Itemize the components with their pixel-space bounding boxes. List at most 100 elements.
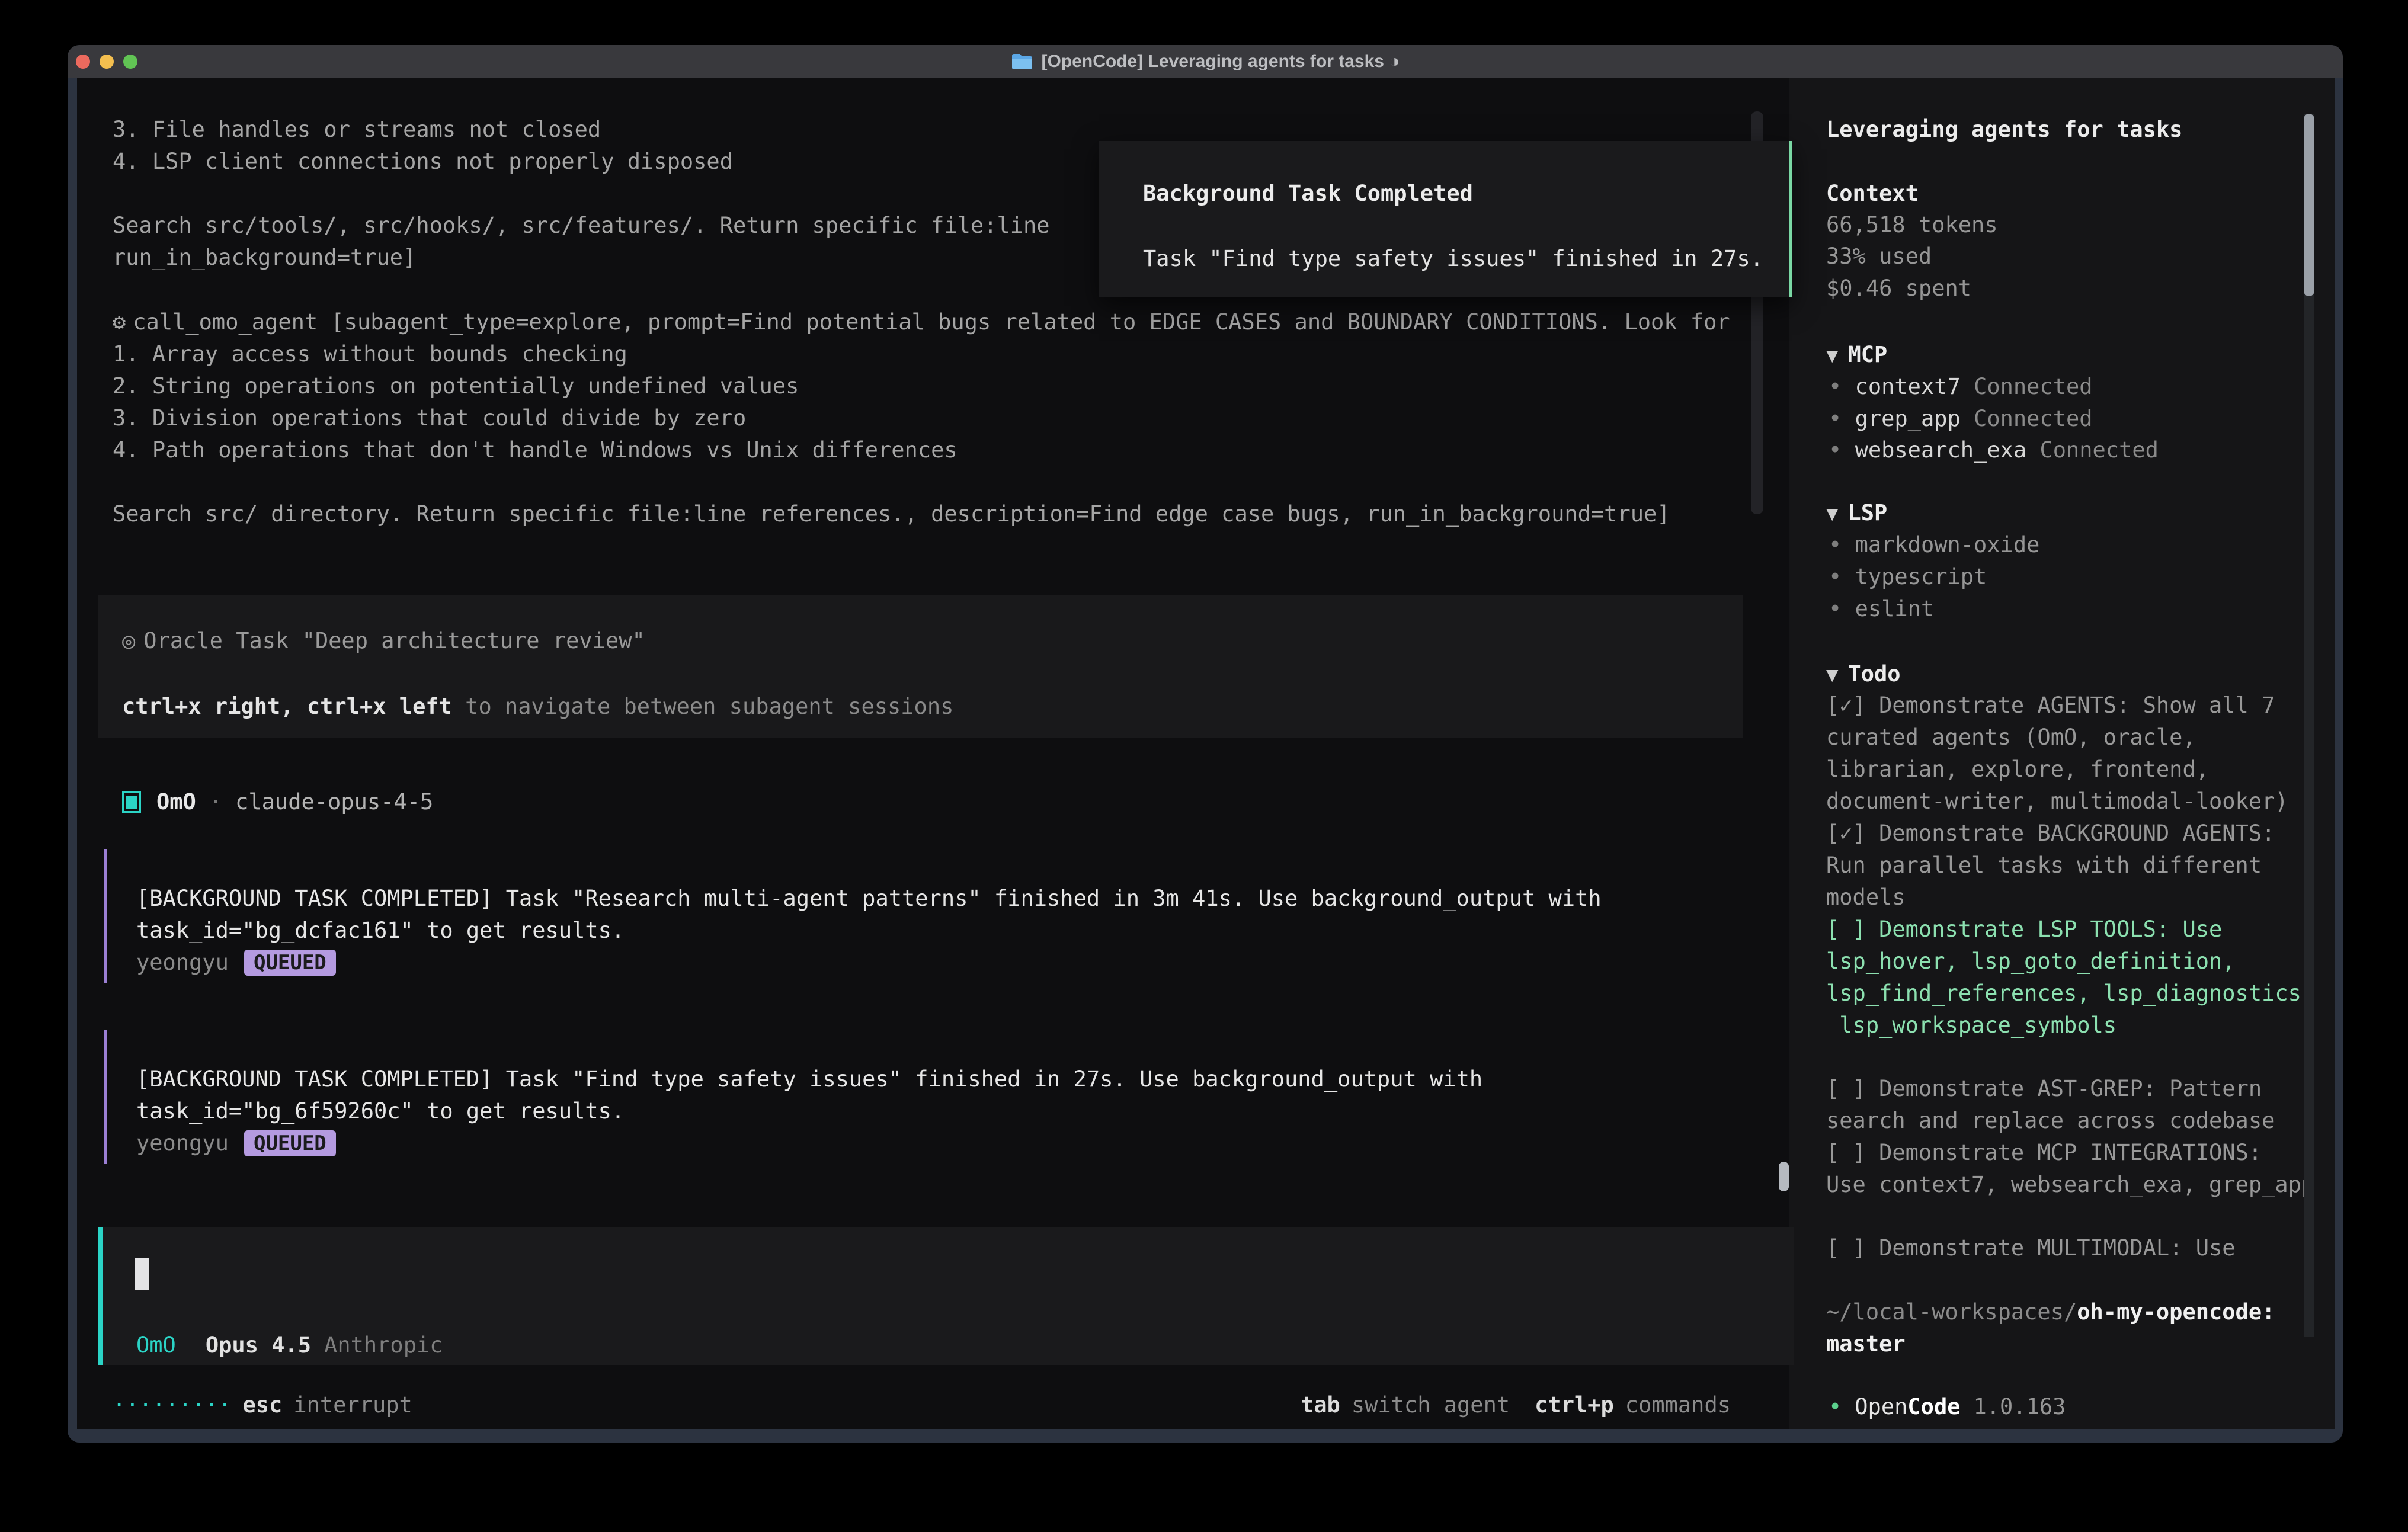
window-title: [OpenCode] Leveraging agents for tasks ◑: [1042, 52, 1400, 72]
chevron-down-icon: ▼: [1826, 344, 1838, 367]
statusbar-right: tab switch agent ctrl+p commands: [1301, 1389, 1731, 1421]
mcp-item: • websearch_exa Connected: [1829, 434, 2159, 466]
message-line: task_id="bg_dcfac161" to get results.: [136, 915, 625, 947]
toast-body: Task "Find type safety issues" finished …: [1143, 243, 1763, 275]
message-block: [BACKGROUND TASK COMPLETED] Task "Resear…: [104, 849, 1778, 983]
cmd-label: commands: [1625, 1389, 1731, 1421]
mcp-name: grep_app: [1855, 406, 1961, 431]
lsp-name: markdown-oxide: [1855, 532, 2040, 557]
session-title: Leveraging agents for tasks: [1826, 114, 2182, 146]
lsp-heading: LSP: [1847, 500, 1887, 525]
text-cursor: [135, 1258, 149, 1290]
message-line: [BACKGROUND TASK COMPLETED] Task "Resear…: [136, 883, 1602, 915]
mcp-status: Connected: [1974, 374, 2092, 399]
esc-label: interrupt: [293, 1389, 412, 1421]
green-dot-icon: •: [1829, 1394, 1842, 1419]
background-task-toast[interactable]: Background Task Completed Task "Find typ…: [1099, 141, 1792, 297]
mcp-name: context7: [1855, 374, 1961, 399]
title-wrap: [OpenCode] Leveraging agents for tasks ◑: [1011, 52, 1400, 72]
subagent-nav-hint: ctrl+x right, ctrl+x left to navigate be…: [122, 691, 953, 723]
mcp-status: Connected: [1974, 406, 2092, 431]
main-scrollbar-thumb-bottom[interactable]: [1779, 1162, 1789, 1191]
workspace-branch: master: [1826, 1328, 1906, 1360]
todo-line-active: lsp_workspace_symbols: [1826, 1009, 2116, 1041]
bullet-icon: •: [1829, 437, 1855, 463]
app-name-bold: Code: [1907, 1394, 1960, 1419]
bullet-icon: •: [1829, 374, 1855, 399]
tool-call-line: 3. Division operations that could divide…: [113, 402, 746, 434]
bullet-icon: •: [1829, 596, 1855, 621]
lsp-item: • typescript: [1829, 561, 1987, 593]
log-line: run_in_background=true]: [113, 242, 416, 274]
mcp-name: websearch_exa: [1855, 437, 2027, 463]
todo-line-done: [✓] Demonstrate AGENTS: Show all 7: [1826, 690, 2275, 722]
input-provider: Anthropic: [324, 1329, 443, 1361]
esc-key: esc: [242, 1389, 282, 1421]
tool-call-line: 4. Path operations that don't handle Win…: [113, 434, 958, 466]
zoom-button[interactable]: [123, 55, 137, 69]
todo-line-active: [ ] Demonstrate LSP TOOLS: Use: [1826, 914, 2222, 946]
gear-icon: ⚙: [113, 309, 126, 335]
toast-title: Background Task Completed: [1143, 178, 1473, 210]
minimize-button[interactable]: [100, 55, 114, 69]
lsp-section-header[interactable]: ▼LSP: [1826, 497, 1887, 529]
titlebar[interactable]: [OpenCode] Leveraging agents for tasks ◑: [68, 45, 2343, 78]
mcp-section-header[interactable]: ▼ MCP: [1826, 339, 1887, 371]
message-author: yeongyu: [136, 947, 229, 979]
message-meta: yeongyu QUEUED: [136, 1127, 336, 1159]
app-version: 1.0.163: [1974, 1394, 2066, 1419]
hint-keys: ctrl+x right, ctrl+x left: [122, 694, 452, 719]
todo-heading: Todo: [1847, 661, 1900, 687]
hint-text: to navigate between subagent sessions: [452, 694, 953, 719]
tool-call-text: call_omo_agent [subagent_type=explore, p…: [133, 309, 1730, 335]
app-window: [OpenCode] Leveraging agents for tasks ◑…: [68, 45, 2343, 1443]
cmd-key: ctrl+p: [1535, 1389, 1614, 1421]
lsp-item: • markdown-oxide: [1829, 529, 2039, 561]
prompt-input[interactable]: OmO Opus 4.5 Anthropic: [98, 1227, 1794, 1365]
status-badge: QUEUED: [244, 950, 336, 976]
workspace-dir: ~/local-workspaces/: [1826, 1299, 2077, 1325]
bullet-icon: •: [1829, 532, 1855, 557]
sidebar-scrollbar-track[interactable]: [2304, 114, 2314, 1337]
sidebar-scrollbar-thumb[interactable]: [2304, 114, 2314, 296]
todo-line-done: librarian, explore, frontend,: [1826, 754, 2209, 786]
todo-line-done: Run parallel tasks with different: [1826, 850, 2262, 882]
context-tokens: 66,518 tokens: [1826, 209, 1998, 241]
todo-line-pending: [ ] Demonstrate MULTIMODAL: Use: [1826, 1232, 2236, 1264]
bullet-icon: •: [1829, 564, 1855, 589]
context-spent: $0.46 spent: [1826, 273, 1971, 305]
mcp-item: • grep_app Connected: [1829, 403, 2093, 435]
message-line: task_id="bg_6f59260c" to get results.: [136, 1095, 625, 1127]
lsp-item: • eslint: [1829, 593, 1934, 625]
todo-line-pending: [ ] Demonstrate MCP INTEGRATIONS:: [1826, 1137, 2262, 1169]
mcp-status: Connected: [2039, 437, 2158, 463]
mcp-status: [1961, 374, 1974, 399]
todo-line-pending: Use context7, websearch_exa, grep_app: [1826, 1169, 2314, 1201]
message-block: [BACKGROUND TASK COMPLETED] Task "Find t…: [104, 1030, 1778, 1164]
workspace-repo: oh-my-opencode:: [2077, 1299, 2275, 1325]
input-model: Opus 4.5: [206, 1329, 311, 1361]
spinner-dots: ·········: [113, 1389, 231, 1421]
log-line: Search src/tools/, src/hooks/, src/featu…: [113, 210, 1050, 242]
statusbar-left: ········· esc interrupt: [113, 1389, 412, 1421]
mcp-heading: MCP: [1847, 342, 1887, 367]
lsp-name: typescript: [1855, 564, 1987, 589]
agent-session-line[interactable]: OmO · claude-opus-4-5: [122, 786, 433, 818]
input-agent-name: OmO: [136, 1329, 176, 1361]
todo-line-pending: [ ] Demonstrate AST-GREP: Pattern: [1826, 1073, 2262, 1105]
tool-call-line: 1. Array access without bounds checking: [113, 338, 627, 370]
log-line: 3. File handles or streams not closed: [113, 114, 601, 146]
todo-section-header[interactable]: ▼ Todo: [1826, 658, 1901, 690]
oracle-task-panel: ◎Oracle Task "Deep architecture review" …: [98, 595, 1743, 738]
message-meta: yeongyu QUEUED: [136, 947, 336, 979]
tool-call-line: ⚙ call_omo_agent [subagent_type=explore, …: [113, 306, 1730, 338]
todo-line-done: [✓] Demonstrate BACKGROUND AGENTS:: [1826, 818, 2275, 850]
close-button[interactable]: [76, 55, 90, 69]
chevron-down-icon: ▼: [1826, 663, 1838, 687]
todo-line-active: lsp_find_references, lsp_diagnostics,: [1826, 977, 2314, 1009]
agent-icon: [122, 791, 141, 813]
todo-line-pending: search and replace across codebase: [1826, 1105, 2275, 1137]
tab-label: switch agent: [1352, 1389, 1510, 1421]
bullet-icon: •: [1829, 406, 1855, 431]
context-used: 33% used: [1826, 241, 1932, 273]
